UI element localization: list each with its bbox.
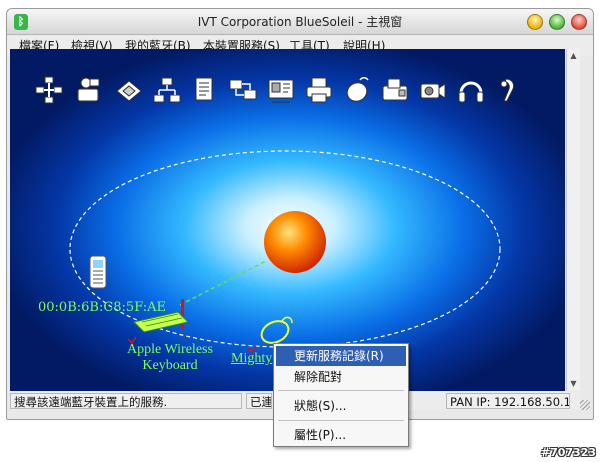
scroll-down-icon[interactable]: ▼ [567, 377, 580, 391]
menu-refresh-services[interactable]: 更新服務記錄(R) [276, 346, 406, 366]
resize-grip[interactable] [580, 400, 590, 410]
minimize-button[interactable] [527, 14, 543, 30]
device-canvas[interactable]: 00:0B:6B:C8:5F:AE Apple Wireless Keyboar… [10, 49, 565, 391]
menu-separator [278, 390, 404, 391]
scroll-up-icon[interactable]: ▲ [567, 49, 580, 63]
connection-marker [181, 299, 184, 329]
keyboard-name-label[interactable]: Apple Wireless Keyboard [110, 342, 230, 374]
title-bar[interactable]: ᛒ IVT Corporation BlueSoleil - 主視窗 [7, 9, 593, 35]
phone-device-icon [89, 255, 107, 289]
close-button[interactable] [571, 14, 587, 30]
menu-properties[interactable]: 屬性(P)... [276, 425, 406, 445]
device-orbit-diagram [69, 150, 501, 354]
connection-line [179, 260, 267, 306]
status-connection: 已連 [246, 393, 272, 409]
phone-address-label[interactable]: 00:0B:6B:C8:5F:AE [38, 300, 166, 315]
keyboard-name-line1: Apple Wireless [127, 342, 213, 357]
watermark: #707323 [540, 446, 596, 459]
window-title: IVT Corporation BlueSoleil - 主視窗 [197, 15, 403, 29]
keyboard-name-line2: Keyboard [142, 358, 198, 373]
menu-separator [278, 420, 404, 421]
context-menu: 更新服務記錄(R) 解除配對 狀態(S)... 屬性(P)... [273, 343, 409, 447]
status-message: 搜尋該遠端藍牙裝置上的服務. [10, 393, 242, 409]
maximize-button[interactable] [549, 14, 565, 30]
vertical-scrollbar[interactable]: ▲ ▼ [566, 49, 580, 391]
local-device-icon [264, 211, 326, 273]
screenshot: ᛒ IVT Corporation BlueSoleil - 主視窗 檔案(F)… [0, 0, 600, 462]
mouse-name-label[interactable]: Mighty [231, 351, 272, 367]
menu-status[interactable]: 狀態(S)... [276, 396, 406, 416]
menu-unpair[interactable]: 解除配對 [276, 367, 406, 387]
status-pan-ip: PAN IP: 192.168.50.1 [446, 393, 570, 409]
